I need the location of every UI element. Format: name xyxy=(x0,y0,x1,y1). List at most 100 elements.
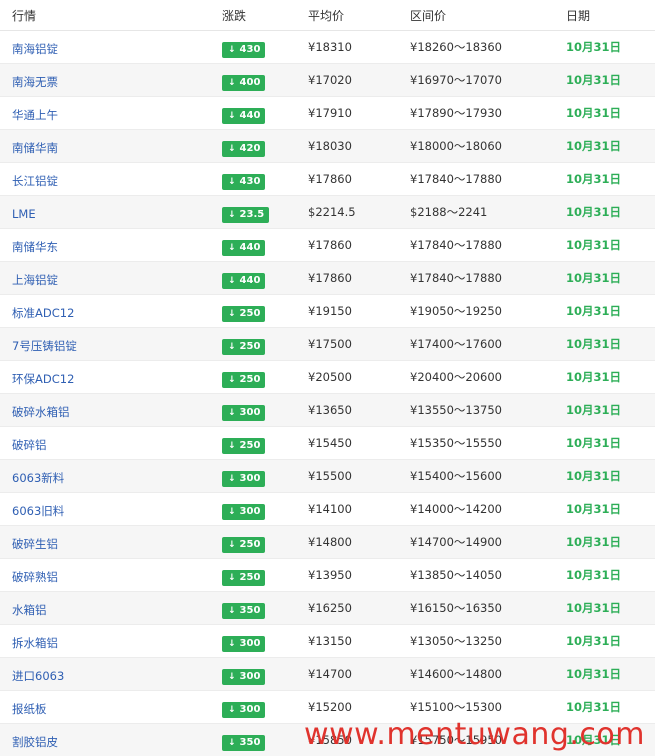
avg-price: ¥13650 xyxy=(308,403,352,417)
change-badge: ↓ 250 xyxy=(222,437,266,454)
name-cell: 南海铝锭 xyxy=(0,38,210,57)
market-name-link[interactable]: 南海铝锭 xyxy=(12,42,58,56)
change-badge: ↓ 250 xyxy=(222,536,266,553)
market-name-link[interactable]: 6063旧料 xyxy=(12,504,64,518)
market-name-link[interactable]: 长江铝锭 xyxy=(12,174,58,188)
avg-price: ¥13150 xyxy=(308,634,352,648)
market-name-link[interactable]: 水箱铝 xyxy=(12,603,47,617)
arrow-down-icon: ↓ xyxy=(228,473,236,484)
table-row: 标准ADC12 ↓ 250 ¥19150 ¥19050～19250 10月31日 xyxy=(0,295,655,328)
table-row: 破碎生铝 ↓ 250 ¥14800 ¥14700～14900 10月31日 xyxy=(0,526,655,559)
avg-price: ¥13950 xyxy=(308,568,352,582)
change-value: 300 xyxy=(239,406,261,418)
change-badge: ↓ 250 xyxy=(222,371,266,388)
header-date: 日期 xyxy=(566,8,591,23)
avg-price: ¥18030 xyxy=(308,139,352,153)
change-value: 250 xyxy=(239,538,261,550)
avg-price: ¥15200 xyxy=(308,700,352,714)
date: 10月31日 xyxy=(566,172,622,186)
range-price: ¥13550～13750 xyxy=(410,403,502,417)
name-cell: 水箱铝 xyxy=(0,599,210,618)
range-price: ¥20400～20600 xyxy=(410,370,502,384)
market-name-link[interactable]: 南储华南 xyxy=(12,141,58,155)
header-avg-price: 平均价 xyxy=(308,8,345,23)
market-name-link[interactable]: 破碎铝 xyxy=(12,438,47,452)
arrow-down-icon: ↓ xyxy=(228,704,236,715)
range-price: ¥18260～18360 xyxy=(410,40,502,54)
market-name-link[interactable]: 标准ADC12 xyxy=(12,306,74,320)
market-name-link[interactable]: 割胶铝皮 xyxy=(12,735,58,749)
arrow-down-icon: ↓ xyxy=(228,44,236,55)
range-price: ¥16970～17070 xyxy=(410,73,502,87)
change-value: 430 xyxy=(239,43,261,55)
avg-price: ¥17020 xyxy=(308,73,352,87)
avg-price: ¥19150 xyxy=(308,304,352,318)
date: 10月31日 xyxy=(566,40,622,54)
range-price: ¥17890～17930 xyxy=(410,106,502,120)
change-badge: ↓ 250 xyxy=(222,338,266,355)
change-cell: ↓ 250 xyxy=(210,367,304,388)
name-cell: 环保ADC12 xyxy=(0,368,210,387)
market-name-link[interactable]: 进口6063 xyxy=(12,669,64,683)
range-price: ¥14700～14900 xyxy=(410,535,502,549)
range-price: ¥17840～17880 xyxy=(410,172,502,186)
market-name-link[interactable]: 破碎生铝 xyxy=(12,537,58,551)
date: 10月31日 xyxy=(566,139,622,153)
arrow-down-icon: ↓ xyxy=(228,638,236,649)
arrow-down-icon: ↓ xyxy=(228,110,236,121)
market-name-link[interactable]: 6063新料 xyxy=(12,471,64,485)
change-cell: ↓ 300 xyxy=(210,400,304,421)
arrow-down-icon: ↓ xyxy=(228,539,236,550)
market-name-link[interactable]: 南海无票 xyxy=(12,75,58,89)
market-name-link[interactable]: 环保ADC12 xyxy=(12,372,74,386)
arrow-down-icon: ↓ xyxy=(228,605,236,616)
range-price: ¥14000～14200 xyxy=(410,502,502,516)
name-cell: 南储华东 xyxy=(0,236,210,255)
change-cell: ↓ 440 xyxy=(210,268,304,289)
market-name-link[interactable]: 7号压铸铝锭 xyxy=(12,339,77,353)
change-badge: ↓ 440 xyxy=(222,272,266,289)
name-cell: 拆水箱铝 xyxy=(0,632,210,651)
avg-price: ¥20500 xyxy=(308,370,352,384)
market-name-link[interactable]: 破碎熟铝 xyxy=(12,570,58,584)
name-cell: 长江铝锭 xyxy=(0,170,210,189)
name-cell: 进口6063 xyxy=(0,665,210,684)
change-badge: ↓ 350 xyxy=(222,602,266,619)
market-name-link[interactable]: 上海铝锭 xyxy=(12,273,58,287)
table-body: 南海铝锭 ↓ 430 ¥18310 ¥18260～18360 10月31日 南海无票 ↓ 400… xyxy=(0,31,655,756)
arrow-down-icon: ↓ xyxy=(228,242,236,253)
change-value: 300 xyxy=(239,505,261,517)
market-name-link[interactable]: 破碎水箱铝 xyxy=(12,405,70,419)
date: 10月31日 xyxy=(566,667,622,681)
change-cell: ↓ 300 xyxy=(210,499,304,520)
avg-price: ¥17910 xyxy=(308,106,352,120)
change-cell: ↓ 430 xyxy=(210,169,304,190)
table-row: 水箱铝 ↓ 350 ¥16250 ¥16150～16350 10月31日 xyxy=(0,592,655,625)
change-value: 440 xyxy=(239,109,261,121)
market-name-link[interactable]: 南储华东 xyxy=(12,240,58,254)
arrow-down-icon: ↓ xyxy=(228,341,236,352)
change-badge: ↓ 300 xyxy=(222,668,266,685)
change-value: 300 xyxy=(239,670,261,682)
name-cell: 标准ADC12 xyxy=(0,302,210,321)
change-badge: ↓ 250 xyxy=(222,305,266,322)
market-name-link[interactable]: LME xyxy=(12,207,36,221)
avg-price: ¥17860 xyxy=(308,271,352,285)
range-price: ¥15100～15300 xyxy=(410,700,502,714)
table-header: 行情 涨跌 平均价 区间价 日期 xyxy=(0,0,655,31)
table-row: 进口6063 ↓ 300 ¥14700 ¥14600～14800 10月31日 xyxy=(0,658,655,691)
name-cell: 6063新料 xyxy=(0,467,210,486)
market-name-link[interactable]: 拆水箱铝 xyxy=(12,636,58,650)
change-cell: ↓ 250 xyxy=(210,433,304,454)
change-badge: ↓ 250 xyxy=(222,569,266,586)
avg-price: ¥15500 xyxy=(308,469,352,483)
change-badge: ↓ 300 xyxy=(222,470,266,487)
market-name-link[interactable]: 报纸板 xyxy=(12,702,47,716)
avg-price: ¥15450 xyxy=(308,436,352,450)
arrow-down-icon: ↓ xyxy=(228,737,236,748)
date: 10月31日 xyxy=(566,502,622,516)
market-name-link[interactable]: 华通上午 xyxy=(12,108,58,122)
arrow-down-icon: ↓ xyxy=(228,308,236,319)
name-cell: LME xyxy=(0,203,210,222)
date: 10月31日 xyxy=(566,535,622,549)
